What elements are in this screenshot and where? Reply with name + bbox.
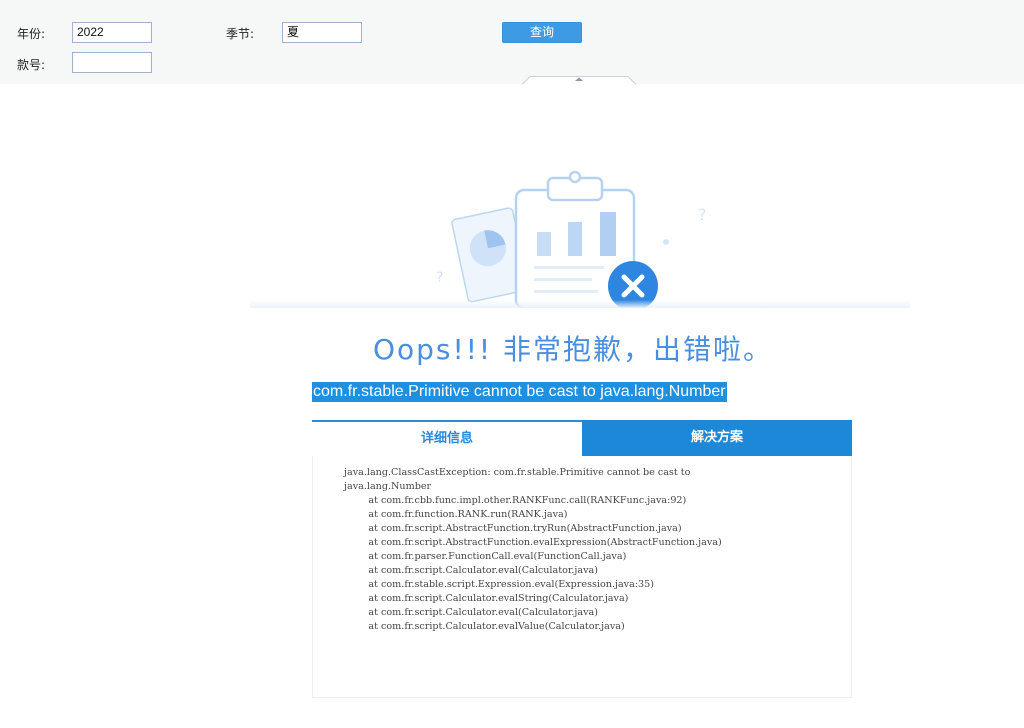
stack-trace-line: at com.fr.parser.FunctionCall.eval(Funct… xyxy=(344,551,627,562)
stack-trace-line: at com.fr.stable.script.Expression.eval(… xyxy=(344,579,655,590)
svg-text:?: ? xyxy=(698,205,707,224)
svg-text:?: ? xyxy=(436,270,443,286)
stack-trace-line: at com.fr.script.Calculator.evalString(C… xyxy=(344,593,629,604)
stack-trace-line: java.lang.Number xyxy=(344,481,432,492)
stack-trace-line: at com.fr.script.Calculator.eval(Calcula… xyxy=(344,607,599,618)
style-no-label: 款号: xyxy=(17,58,46,72)
year-input[interactable]: 2022 xyxy=(72,22,152,43)
stack-trace-line: at com.fr.script.Calculator.eval(Calcula… xyxy=(344,565,599,576)
stack-trace-line: at com.fr.script.Calculator.evalValue(Ca… xyxy=(344,621,625,632)
query-button[interactable]: 查询 xyxy=(502,22,582,43)
season-label: 季节: xyxy=(226,27,255,41)
season-input[interactable]: 夏 xyxy=(282,22,362,43)
collapse-panel-button[interactable] xyxy=(522,76,636,85)
stack-trace-line: at com.fr.function.RANK.run(RANK.java) xyxy=(344,509,568,520)
year-label: 年份: xyxy=(17,27,46,41)
stack-trace: java.lang.ClassCastException: com.fr.sta… xyxy=(313,456,851,634)
stack-trace-panel: java.lang.ClassCastException: com.fr.sta… xyxy=(312,456,852,698)
style-no-input[interactable] xyxy=(72,52,152,73)
error-tabs: 详细信息 解决方案 xyxy=(312,420,852,456)
parameter-panel: 年份: 2022 季节: 夏 查询 款号: xyxy=(0,0,1024,84)
error-title: Oops!!! 非常抱歉，出错啦。 xyxy=(372,333,774,366)
tab-details[interactable]: 详细信息 xyxy=(312,420,582,456)
stack-trace-line: at com.fr.cbb.func.impl.other.RANKFunc.c… xyxy=(344,495,687,506)
stack-trace-line: java.lang.ClassCastException: com.fr.sta… xyxy=(344,467,691,478)
error-message: com.fr.stable.Primitive cannot be cast t… xyxy=(312,382,727,402)
tab-solution[interactable]: 解决方案 xyxy=(582,420,852,456)
stack-trace-line: at com.fr.script.AbstractFunction.tryRun… xyxy=(344,523,682,534)
stack-trace-line: at com.fr.script.AbstractFunction.evalEx… xyxy=(344,537,722,548)
error-illustration: ? ? xyxy=(250,168,910,358)
